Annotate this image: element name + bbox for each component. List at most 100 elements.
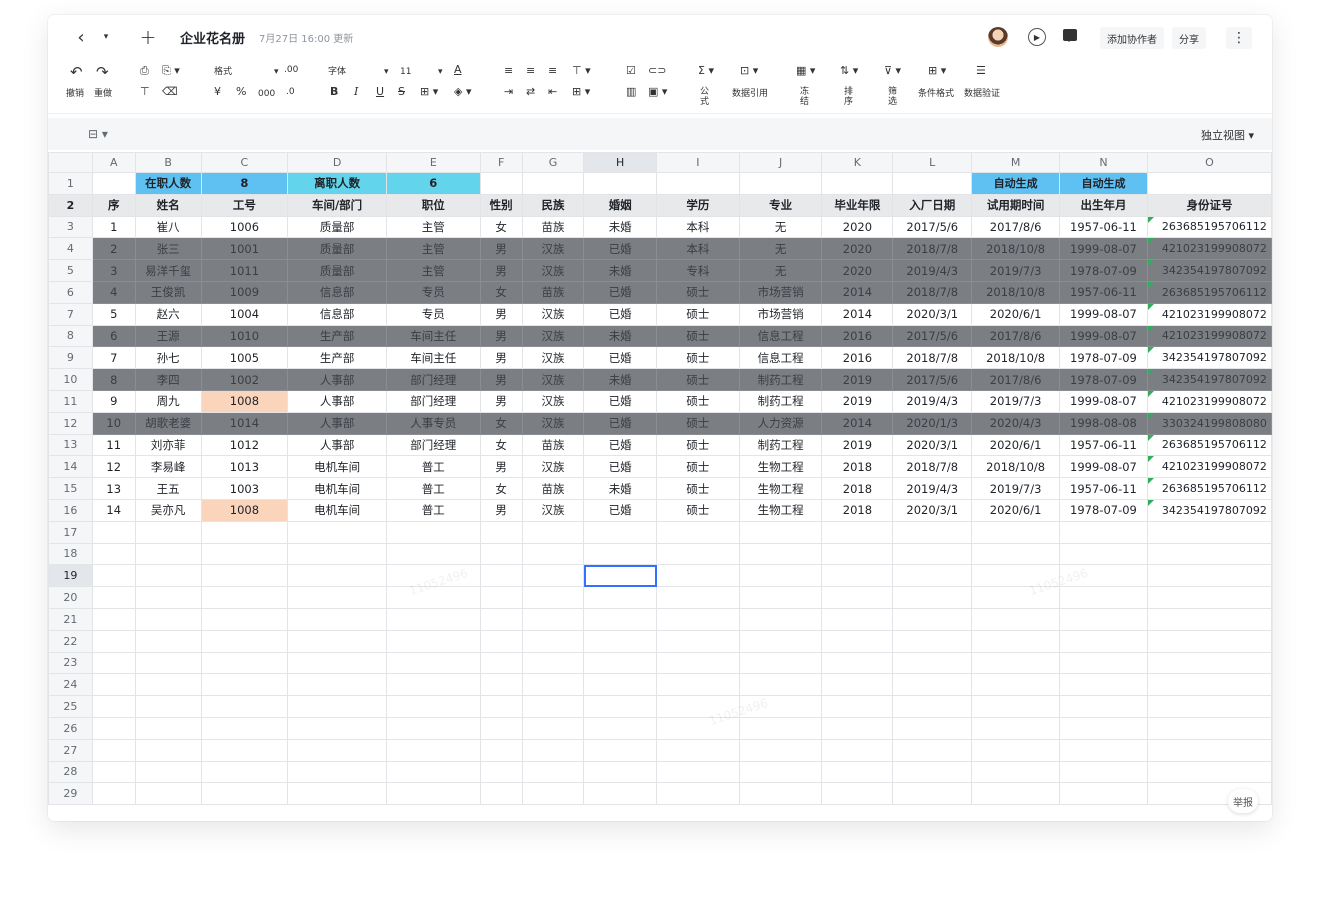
row-header[interactable]: 1 <box>48 172 93 195</box>
cell[interactable] <box>656 716 740 740</box>
cell[interactable] <box>1059 564 1148 588</box>
row-header[interactable]: 20 <box>48 586 93 609</box>
paste-icon[interactable]: ⎘ ▾ <box>162 64 180 78</box>
cell[interactable]: 4 <box>91 280 136 304</box>
cell[interactable]: 信息工程 <box>738 346 823 370</box>
cell[interactable]: 硕士 <box>656 433 740 457</box>
cell[interactable]: 未婚 <box>583 259 658 282</box>
column-title[interactable]: 车间/部门 <box>287 193 387 217</box>
cell[interactable] <box>583 782 658 806</box>
cell[interactable]: 张三 <box>134 237 202 261</box>
cell[interactable] <box>821 651 894 675</box>
cell[interactable] <box>738 542 823 566</box>
cell[interactable] <box>479 607 523 631</box>
cell[interactable] <box>479 782 523 806</box>
cell[interactable] <box>521 782 585 806</box>
cell[interactable] <box>656 782 740 806</box>
cell[interactable]: 硕士 <box>656 346 740 370</box>
cell[interactable] <box>738 629 823 653</box>
sum-icon[interactable]: Σ ▾ <box>698 64 714 78</box>
cell[interactable] <box>1146 673 1272 697</box>
cell[interactable]: 1001 <box>200 237 289 261</box>
cell[interactable] <box>738 673 823 697</box>
cell[interactable] <box>1146 586 1272 609</box>
cell[interactable] <box>971 629 1061 653</box>
cell[interactable] <box>892 716 973 740</box>
cell[interactable] <box>134 520 202 544</box>
cell[interactable] <box>1059 629 1148 653</box>
data-validation-icon[interactable]: ☰ <box>976 64 986 78</box>
cell[interactable] <box>134 651 202 675</box>
currency-button[interactable]: ¥ <box>214 85 221 99</box>
cell[interactable] <box>91 695 136 718</box>
cell[interactable]: 崔八 <box>134 215 202 239</box>
cell[interactable]: 2020/3/1 <box>892 498 973 522</box>
column-header-d[interactable]: D <box>287 152 387 173</box>
row-header[interactable]: 13 <box>48 433 93 457</box>
filter-label[interactable]: 筛选 <box>888 87 898 107</box>
cell[interactable] <box>91 564 136 588</box>
cell[interactable]: 人事部 <box>287 368 387 391</box>
cell[interactable]: 2019 <box>821 433 894 457</box>
cell[interactable]: 2018 <box>821 498 894 522</box>
cell[interactable]: 2019 <box>821 389 894 413</box>
format-painter-icon[interactable]: ⊤ <box>140 85 150 99</box>
cell[interactable]: 车间主任 <box>385 324 481 348</box>
cell[interactable]: 7 <box>91 346 136 370</box>
cell[interactable] <box>1059 673 1148 697</box>
cell[interactable] <box>583 586 658 609</box>
cell[interactable] <box>287 629 387 653</box>
column-header-g[interactable]: G <box>521 152 585 173</box>
cell[interactable]: 1006 <box>200 215 289 239</box>
cell[interactable] <box>134 564 202 588</box>
cell[interactable]: 1010 <box>200 324 289 348</box>
cell[interactable] <box>738 607 823 631</box>
cell[interactable]: 部门经理 <box>385 389 481 413</box>
cell[interactable] <box>892 782 973 806</box>
row-header[interactable]: 2 <box>48 193 93 217</box>
indent-icon[interactable]: ⇥ <box>504 85 513 99</box>
cell[interactable]: 342354197807092 <box>1146 368 1272 391</box>
cell[interactable]: 质量部 <box>287 237 387 261</box>
cell[interactable]: 2020/3/1 <box>892 433 973 457</box>
cell[interactable]: 女 <box>479 477 523 500</box>
cell[interactable]: 本科 <box>656 215 740 239</box>
cell[interactable]: 421023199908072 <box>1146 389 1272 413</box>
cell[interactable]: 普工 <box>385 498 481 522</box>
cell[interactable] <box>385 651 481 675</box>
cell[interactable] <box>892 607 973 631</box>
cell[interactable]: 2020/6/1 <box>971 302 1061 326</box>
cell[interactable] <box>1146 520 1272 544</box>
cell[interactable] <box>91 172 136 195</box>
cell[interactable] <box>479 651 523 675</box>
cell[interactable]: 2018/7/8 <box>892 280 973 304</box>
cell[interactable] <box>1059 607 1148 631</box>
cell[interactable]: 2014 <box>821 411 894 435</box>
present-icon[interactable]: ▶ <box>1028 28 1046 46</box>
cell[interactable]: 14 <box>91 498 136 522</box>
cell[interactable]: 胡歌老婆 <box>134 411 202 435</box>
cell[interactable] <box>479 738 523 762</box>
cell[interactable] <box>971 586 1061 609</box>
cell[interactable]: 部门经理 <box>385 433 481 457</box>
cell[interactable]: 刘亦菲 <box>134 433 202 457</box>
cell[interactable]: 421023199908072 <box>1146 302 1272 326</box>
cell[interactable] <box>656 564 740 588</box>
cell[interactable]: 赵六 <box>134 302 202 326</box>
cell[interactable] <box>583 520 658 544</box>
cell[interactable] <box>656 542 740 566</box>
formula-label[interactable]: 公式 <box>700 87 710 107</box>
cell[interactable]: 已婚 <box>583 455 658 479</box>
cell[interactable]: 1957-06-11 <box>1059 433 1148 457</box>
cell[interactable]: 男 <box>479 368 523 391</box>
cell[interactable] <box>892 564 973 588</box>
cell[interactable] <box>656 695 740 718</box>
cell[interactable]: 制药工程 <box>738 389 823 413</box>
cell[interactable] <box>583 673 658 697</box>
column-header-b[interactable]: B <box>134 152 202 173</box>
cell[interactable] <box>892 651 973 675</box>
cell[interactable]: 1978-07-09 <box>1059 498 1148 522</box>
cell[interactable]: 2019/7/3 <box>971 477 1061 500</box>
cell[interactable]: 生物工程 <box>738 477 823 500</box>
cell[interactable]: 专员 <box>385 302 481 326</box>
